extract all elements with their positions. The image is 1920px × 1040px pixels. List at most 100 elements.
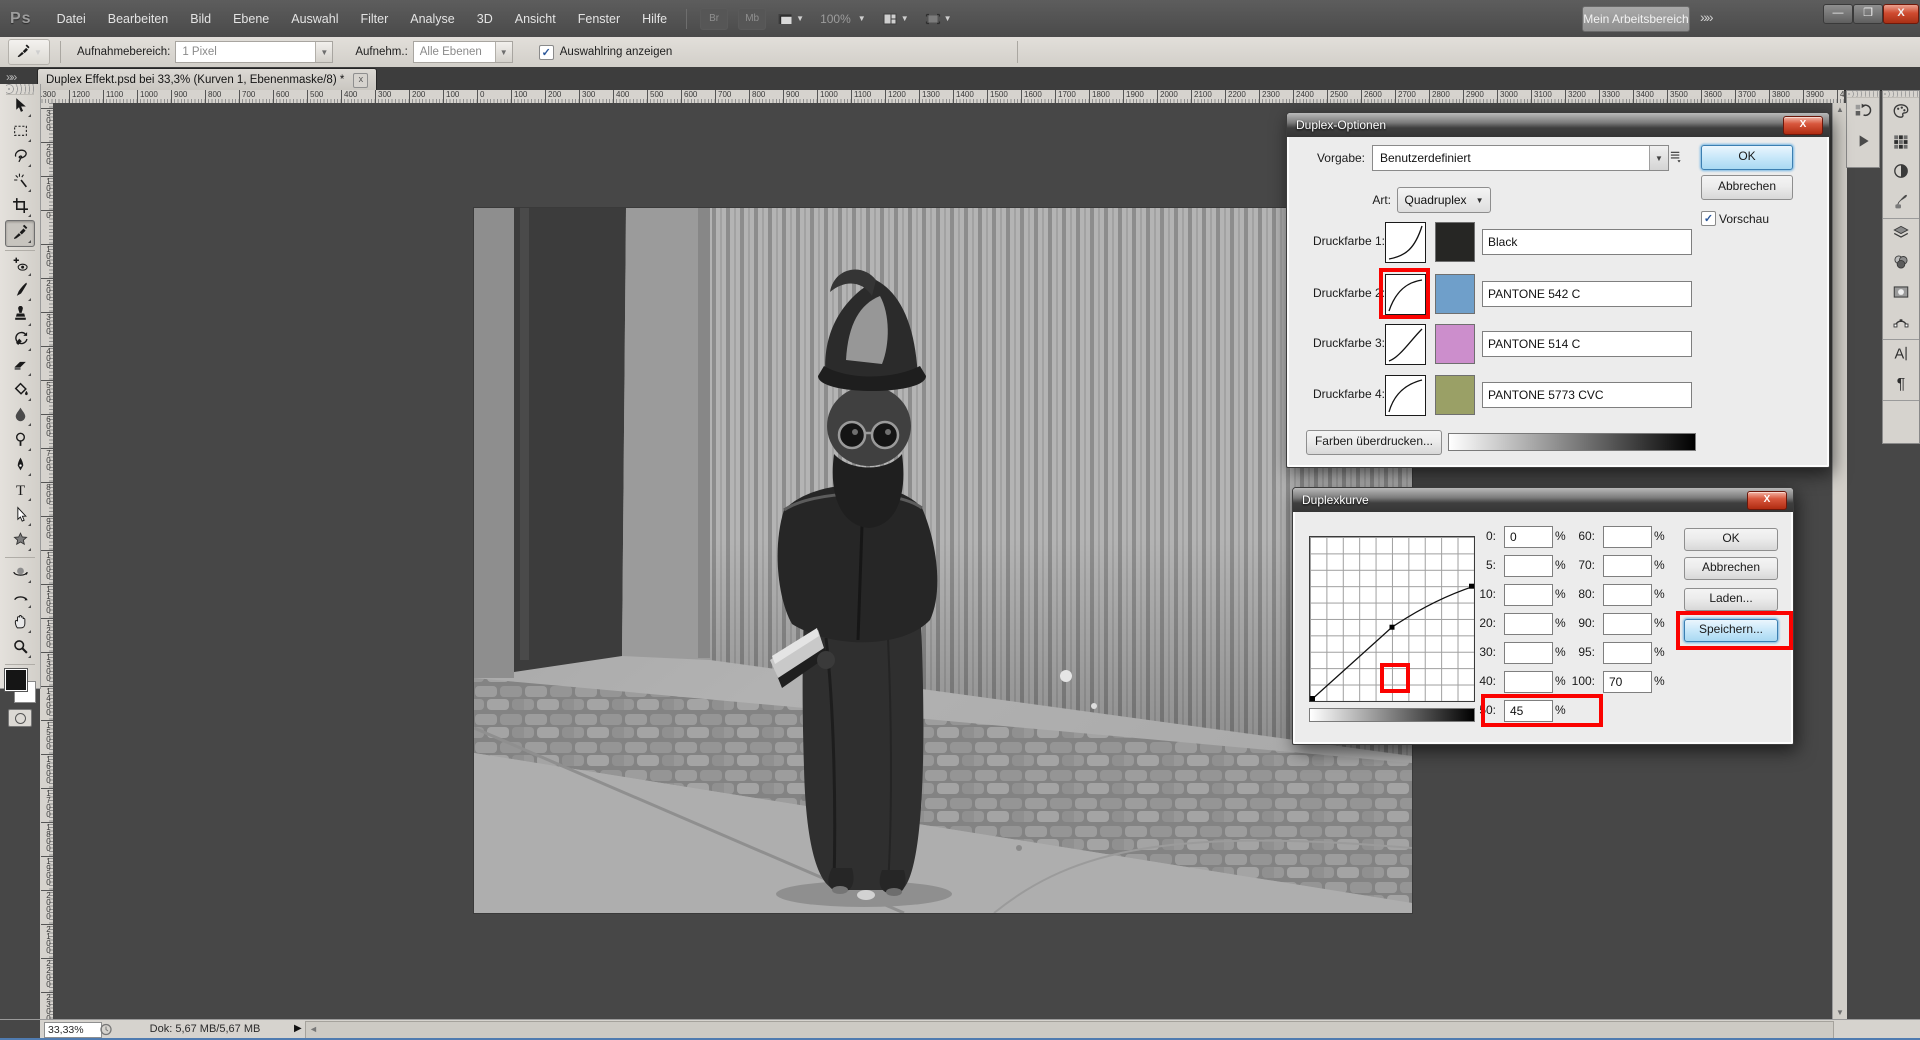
foreground-color-swatch[interactable]	[5, 669, 27, 691]
ink-color-swatch-4[interactable]	[1435, 375, 1475, 415]
preset-combo[interactable]: Benutzerdefiniert▼	[1372, 145, 1669, 171]
ink-name-field-3[interactable]: PANTONE 514 C	[1482, 331, 1692, 357]
clone-stamp-tool[interactable]	[6, 304, 34, 329]
scroll-up-icon[interactable]: ▲	[1833, 105, 1847, 114]
adjustments-panel-button[interactable]	[1883, 158, 1919, 188]
workspace-overflow-icon[interactable]: »»	[1700, 9, 1712, 25]
menu-bearbeiten[interactable]: Bearbeiten	[97, 8, 179, 30]
ink-name-field-4[interactable]: PANTONE 5773 CVC	[1482, 382, 1692, 408]
styles-panel-button[interactable]	[1883, 188, 1919, 218]
paragraph-panel-button[interactable]: ¶	[1883, 370, 1919, 400]
path-selection-tool[interactable]	[6, 504, 34, 529]
pen-tool[interactable]	[6, 454, 34, 479]
curve-ok-button[interactable]: OK	[1684, 528, 1778, 551]
color-panel-button[interactable]	[1883, 98, 1919, 128]
ink-curve-thumbnail-1[interactable]	[1385, 222, 1426, 263]
quick-mask-button[interactable]	[8, 709, 32, 727]
type-combo[interactable]: Quadruplex▼	[1397, 187, 1491, 213]
dodge-tool[interactable]	[6, 429, 34, 454]
curve-field-input-5[interactable]	[1504, 555, 1553, 577]
menu-fenster[interactable]: Fenster	[567, 8, 631, 30]
curve-field-input-40[interactable]	[1504, 671, 1553, 693]
curve-load-button[interactable]: Laden...	[1684, 588, 1778, 611]
sample-layers-combo[interactable]: Alle Ebenen▼	[413, 41, 513, 63]
cancel-button[interactable]: Abbrechen	[1701, 175, 1793, 200]
character-panel-button[interactable]: A	[1883, 340, 1919, 370]
preset-list-icon[interactable]	[1669, 149, 1684, 169]
curve-field-input-70[interactable]	[1603, 555, 1652, 577]
sample-size-combo[interactable]: 1 Pixel▼	[175, 41, 333, 63]
horizontal-scrollbar[interactable]: ◄	[305, 1021, 1834, 1039]
scroll-left-icon[interactable]: ◄	[309, 1024, 318, 1034]
move-tool[interactable]	[6, 95, 34, 120]
curve-field-input-10[interactable]	[1504, 584, 1553, 606]
curve-field-input-60[interactable]	[1603, 526, 1652, 548]
horizontal-ruler[interactable]: 1300120011001000900800700600500400300200…	[38, 90, 1844, 104]
channels-panel-button[interactable]	[1883, 249, 1919, 279]
screen-mode-button[interactable]: ▼	[925, 11, 952, 27]
zoom-level-control[interactable]: 100%	[820, 12, 851, 26]
ink-curve-thumbnail-3[interactable]	[1385, 324, 1426, 365]
eyedropper-tool[interactable]	[5, 220, 35, 247]
tab-close-icon[interactable]: x	[353, 73, 368, 88]
duplex-curve-titlebar[interactable]: Duplexkurve	[1293, 488, 1793, 512]
ring-checkbox[interactable]: ✓	[539, 45, 554, 60]
status-zoom-field[interactable]: 33,33%	[44, 1022, 102, 1038]
ink-name-field-2[interactable]: PANTONE 542 C	[1482, 281, 1692, 307]
ink-color-swatch-2[interactable]	[1435, 274, 1475, 314]
crop-tool[interactable]	[6, 195, 34, 220]
brush-tool[interactable]	[6, 279, 34, 304]
eraser-tool[interactable]	[6, 354, 34, 379]
menu-ebene[interactable]: Ebene	[222, 8, 280, 30]
layers-panel-button[interactable]	[1883, 219, 1919, 249]
custom-shape-tool[interactable]	[6, 529, 34, 554]
panel-collapse-icon[interactable]: »»	[6, 70, 15, 84]
menu-bild[interactable]: Bild	[179, 8, 222, 30]
menu-filter[interactable]: Filter	[349, 8, 399, 30]
paint-bucket-tool[interactable]	[6, 379, 34, 404]
masks-panel-button[interactable]	[1883, 279, 1919, 309]
status-flyout-icon[interactable]: ▶	[294, 1023, 302, 1034]
curve-field-input-0[interactable]: 0	[1504, 526, 1553, 548]
menu-datei[interactable]: Datei	[46, 8, 97, 30]
curve-field-input-90[interactable]	[1603, 613, 1652, 635]
curve-field-input-30[interactable]	[1504, 642, 1553, 664]
lasso-tool[interactable]	[6, 145, 34, 170]
close-button[interactable]: X	[1883, 4, 1919, 24]
curve-field-input-95[interactable]	[1603, 642, 1652, 664]
menu-ansicht[interactable]: Ansicht	[504, 8, 567, 30]
vertical-scrollbar[interactable]: ▲ ▼	[1832, 103, 1847, 1019]
curve-field-input-80[interactable]	[1603, 584, 1652, 606]
dock-grip[interactable]	[1847, 91, 1879, 98]
vertical-ruler[interactable]: 3002001000100200300400500600700800900100…	[40, 103, 54, 1019]
workspace-button[interactable]: Mein Arbeitsbereich	[1582, 6, 1690, 32]
swatches-panel-button[interactable]	[1883, 128, 1919, 158]
duplex-options-titlebar[interactable]: Duplex-Optionen	[1287, 113, 1829, 137]
ink-color-swatch-3[interactable]	[1435, 324, 1475, 364]
zoom-dropdown-icon[interactable]: ▼	[858, 14, 866, 23]
curve-field-input-20[interactable]	[1504, 613, 1553, 635]
3d-orbit-tool[interactable]	[6, 586, 34, 611]
restore-button[interactable]: ❐	[1853, 4, 1883, 24]
document-tab[interactable]: Duplex Effekt.psd bei 33,3% (Kurven 1, E…	[37, 68, 377, 91]
magic-wand-tool[interactable]	[6, 170, 34, 195]
ink-curve-thumbnail-4[interactable]	[1385, 375, 1426, 416]
duplex-curve-close-icon[interactable]: X	[1747, 491, 1787, 510]
ok-button[interactable]: OK	[1701, 145, 1793, 170]
scroll-down-icon[interactable]: ▼	[1833, 1008, 1847, 1017]
actions-panel-button[interactable]	[1847, 128, 1879, 158]
zoom-tool[interactable]	[6, 636, 34, 661]
paths-panel-button[interactable]	[1883, 309, 1919, 339]
dock-grip-2[interactable]	[1883, 91, 1919, 98]
duplex-options-close-icon[interactable]: X	[1783, 116, 1823, 135]
menu-analyse[interactable]: Analyse	[399, 8, 465, 30]
doc-size-info[interactable]: Dok: 5,67 MB/5,67 MB	[115, 1022, 295, 1037]
preview-checkbox[interactable]: ✓	[1701, 211, 1716, 226]
menu-3d[interactable]: 3D	[466, 8, 504, 30]
arrange-documents-button[interactable]: ▼	[882, 11, 909, 27]
type-tool[interactable]: T	[6, 479, 34, 504]
3d-rotate-tool[interactable]	[6, 561, 34, 586]
menu-hilfe[interactable]: Hilfe	[631, 8, 678, 30]
curve-field-input-100[interactable]: 70	[1603, 671, 1652, 693]
tools-panel-grip[interactable]	[6, 84, 34, 95]
